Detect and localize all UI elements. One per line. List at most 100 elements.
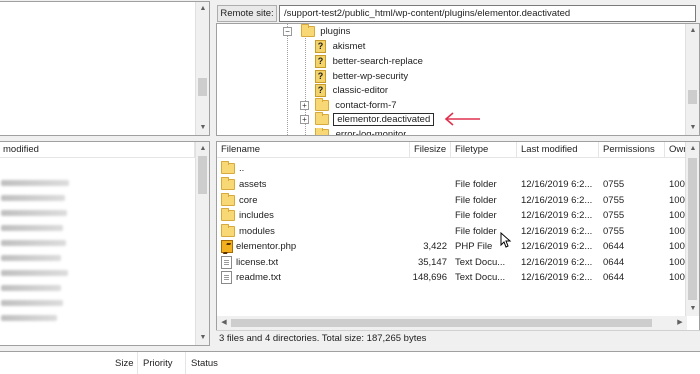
tree-item-label: better-search-replace [332,56,423,68]
table-row[interactable]: modules File folder 12/16/2019 6:2... 07… [217,224,698,239]
scroll-up-arrow-icon[interactable]: ▲ [686,24,699,38]
text-file-icon [221,270,232,284]
table-row[interactable]: includes File folder 12/16/2019 6:2... 0… [217,208,698,223]
remote-tree-panel: − plugins ? akismet ? better-search-repl… [216,23,700,136]
permissions: 0755 [603,210,625,221]
remote-list-hscrollbar[interactable]: ◀ ▶ [217,316,687,330]
queue-column-size[interactable]: Size [110,352,137,374]
tree-item-label: classic-editor [332,85,389,97]
remote-list-header: Filename Filesize Filetype Last modified… [217,142,699,158]
scroll-up-arrow-icon[interactable]: ▲ [196,2,209,16]
filesize: 148,696 [412,272,447,283]
unknown-folder-icon: ? [315,55,326,68]
folder-icon [221,193,235,206]
unknown-folder-icon: ? [315,84,326,97]
scroll-down-arrow-icon[interactable]: ▼ [686,302,699,316]
tree-item-label: plugins [320,26,351,37]
scroll-left-arrow-icon[interactable]: ◀ [217,316,231,330]
tree-item-plugins[interactable]: − plugins [283,24,351,39]
folder-icon [314,111,329,125]
scroll-down-arrow-icon[interactable]: ▼ [196,121,209,135]
remote-file-list-panel: Filename Filesize Filetype Last modified… [216,141,700,331]
table-row[interactable]: core File folder 12/16/2019 6:2... 0755 … [217,193,698,208]
last-modified: 12/16/2019 6:2... [521,226,593,237]
column-header-filetype[interactable]: Filetype [451,142,517,158]
table-row[interactable]: assets File folder 12/16/2019 6:2... 075… [217,177,698,192]
scroll-thumb[interactable] [231,319,652,327]
remote-list-scrollbar[interactable]: ▲ ▼ [685,142,699,316]
folder-icon [221,224,235,237]
scroll-thumb[interactable] [198,78,207,96]
table-row[interactable]: license.txt 35,147 Text Docu... 12/16/20… [217,255,698,270]
filetype: File folder [455,179,497,190]
filetype: File folder [455,210,497,221]
last-modified: 12/16/2019 6:2... [521,241,593,252]
filesize: 35,147 [417,257,447,268]
tree-item-label: contact-form-7 [335,100,397,111]
column-header-filename[interactable]: Filename [217,142,410,158]
column-header-last-modified[interactable]: Last modified [517,142,599,158]
tree-item-better-search-replace[interactable]: ? better-search-replace [315,55,423,69]
permissions: 0644 [603,272,625,283]
open-folder-icon [300,24,315,37]
column-header-filesize[interactable]: Filesize [410,142,451,158]
tree-item-label: akismet [332,41,366,53]
filename: core [239,195,258,206]
column-header-permissions[interactable]: Permissions [599,142,665,158]
local-tree-scrollbar[interactable]: ▲ ▼ [195,2,209,135]
scroll-down-arrow-icon[interactable]: ▼ [686,121,699,135]
last-modified: 12/16/2019 6:2... [521,272,593,283]
text-file-icon [221,255,232,269]
remote-tree-scrollbar[interactable]: ▲ ▼ [685,24,699,135]
filename: includes [239,210,274,221]
collapse-icon[interactable]: − [283,26,292,36]
scroll-thumb[interactable] [688,90,697,104]
folder-icon [314,97,329,111]
expand-icon[interactable]: + [300,100,309,110]
filename: elementor.php [236,241,297,252]
table-row[interactable]: elementor.php 3,422 PHP File 12/16/2019 … [217,239,698,254]
tree-guide-line [287,24,288,135]
remote-site-path-input[interactable]: /support-test2/public_html/wp-content/pl… [279,5,696,22]
tree-item-better-wp-security[interactable]: ? better-wp-security [315,70,408,84]
tree-item-contact-form-7[interactable]: + contact-form-7 [300,97,397,113]
column-header-last-modified[interactable]: modified [0,142,195,158]
queue-column-priority[interactable]: Priority [137,352,185,374]
permissions: 0644 [603,241,625,252]
last-modified: 12/16/2019 6:2... [521,210,593,221]
expand-icon[interactable]: + [300,114,309,124]
scroll-up-arrow-icon[interactable]: ▲ [686,142,699,156]
scroll-up-arrow-icon[interactable]: ▲ [196,142,209,156]
filetype: Text Docu... [455,272,506,283]
tree-item-label-selected: elementor.deactivated [333,113,435,126]
transfer-queue-header: Size Priority Status [0,351,700,374]
permissions: 0755 [603,179,625,190]
filename: modules [239,226,275,237]
tree-item-error-log-monitor[interactable]: error-log-monitor [315,128,406,135]
scroll-down-arrow-icon[interactable]: ▼ [196,331,209,345]
blurred-timestamps [1,180,71,340]
filetype: Text Docu... [455,257,506,268]
scroll-thumb[interactable] [198,156,207,194]
remote-site-label: Remote site: [217,5,277,22]
local-list-scrollbar[interactable]: ▲ ▼ [195,142,209,345]
queue-column-status[interactable]: Status [185,352,305,374]
tree-item-akismet[interactable]: ? akismet [315,40,365,54]
local-list-header: modified [0,142,195,158]
filename: .. [239,163,245,174]
table-row[interactable]: readme.txt 148,696 Text Docu... 12/16/20… [217,270,698,285]
scroll-thumb[interactable] [688,158,697,300]
last-modified: 12/16/2019 6:2... [521,179,593,190]
permissions: 0755 [603,195,625,206]
remote-list-status: 3 files and 4 directories. Total size: 1… [216,330,700,346]
filetype: PHP File [455,241,493,252]
filename: license.txt [236,257,279,268]
folder-icon [315,128,329,135]
scroll-right-arrow-icon[interactable]: ▶ [673,316,687,330]
table-row[interactable]: .. [217,161,687,176]
tree-item-classic-editor[interactable]: ? classic-editor [315,84,388,98]
permissions: 0755 [603,226,625,237]
tree-item-elementor-deactivated[interactable]: + elementor.deactivated [300,111,435,127]
last-modified: 12/16/2019 6:2... [521,195,593,206]
filename: assets [239,179,267,190]
